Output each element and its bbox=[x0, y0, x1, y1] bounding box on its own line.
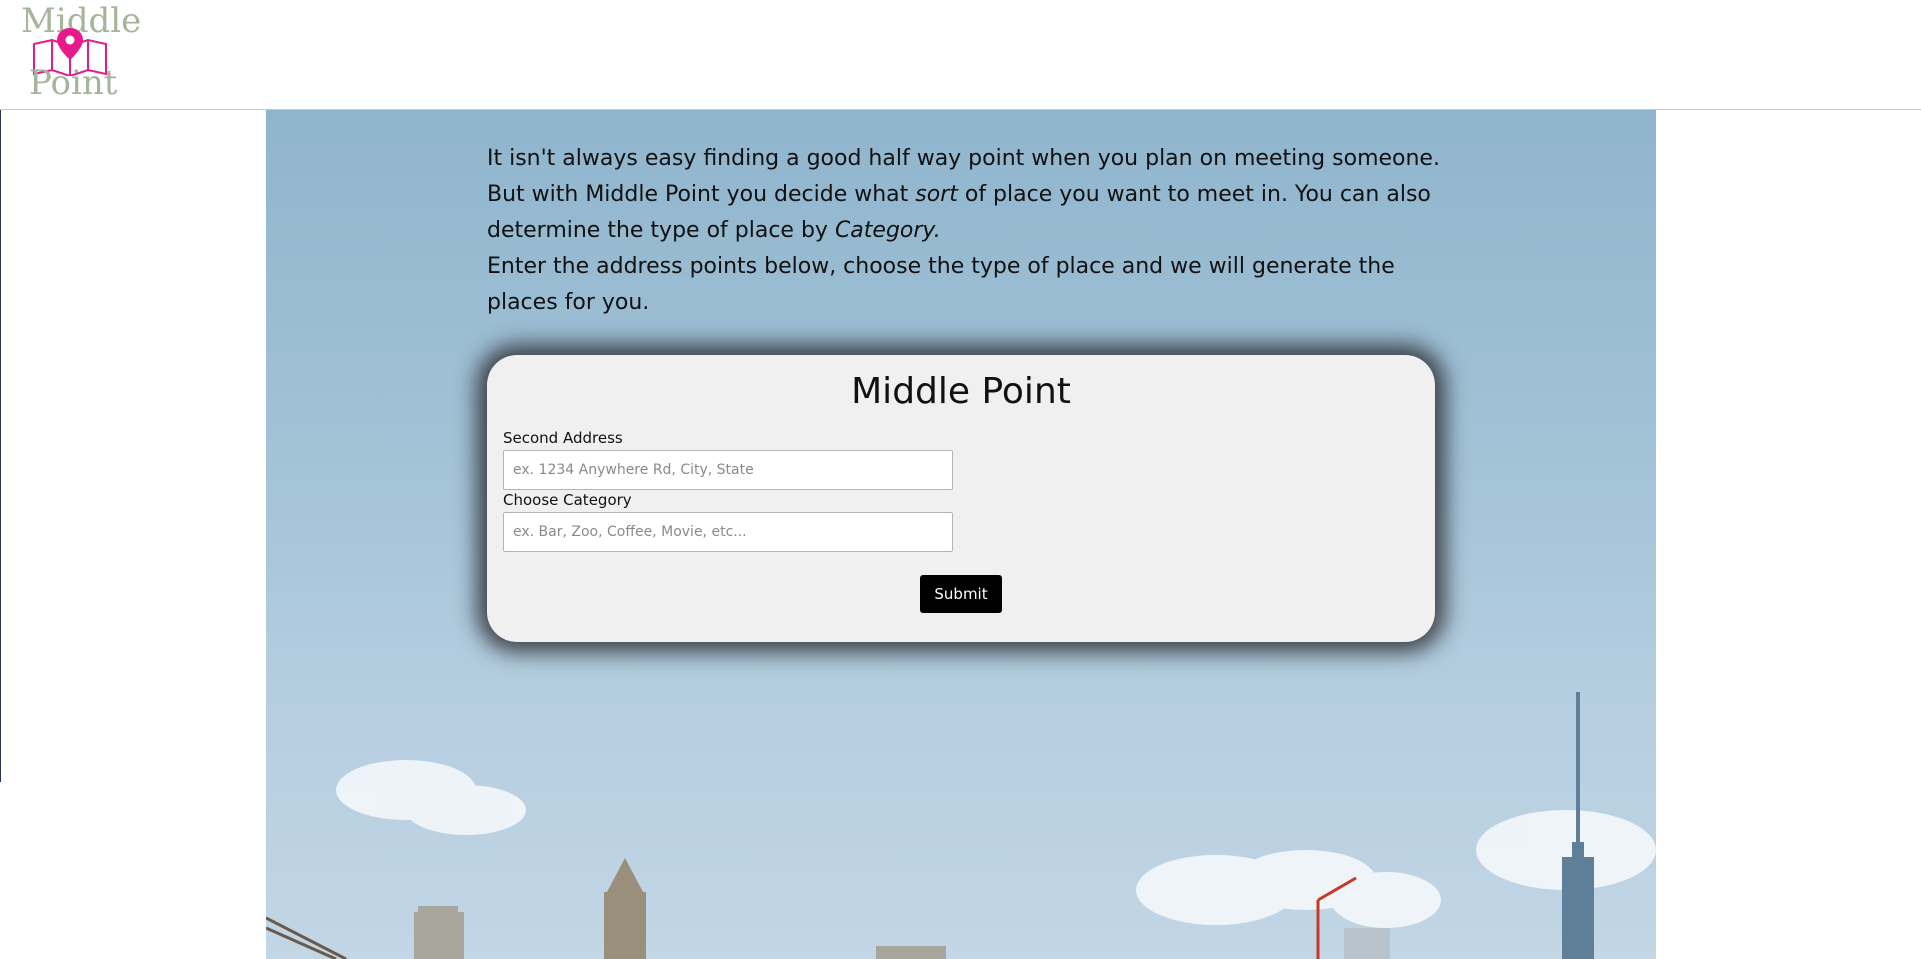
category-label: Choose Category bbox=[503, 491, 632, 509]
intro-emphasis-sort: sort bbox=[915, 182, 958, 207]
site-logo[interactable]: Middle Point bbox=[18, 2, 141, 103]
second-address-label: Second Address bbox=[503, 429, 623, 447]
logo-text-point: Point bbox=[29, 63, 118, 103]
category-input[interactable] bbox=[503, 512, 953, 552]
middle-point-form: Middle Point Second Address Choose Categ… bbox=[487, 355, 1435, 642]
intro-text: It isn't always easy finding a good half… bbox=[487, 141, 1447, 321]
intro-paragraph-1: It isn't always easy finding a good half… bbox=[487, 146, 1440, 243]
hero-section: It isn't always easy finding a good half… bbox=[266, 110, 1656, 959]
second-address-input[interactable] bbox=[503, 450, 953, 490]
left-edge-strip bbox=[0, 110, 1, 782]
intro-paragraph-2: Enter the address points below, choose t… bbox=[487, 254, 1395, 315]
submit-button[interactable]: Submit bbox=[920, 575, 1002, 613]
form-title: Middle Point bbox=[851, 371, 1071, 412]
intro-emphasis-category: Category. bbox=[834, 218, 941, 243]
site-header: Middle Point bbox=[0, 0, 1921, 110]
